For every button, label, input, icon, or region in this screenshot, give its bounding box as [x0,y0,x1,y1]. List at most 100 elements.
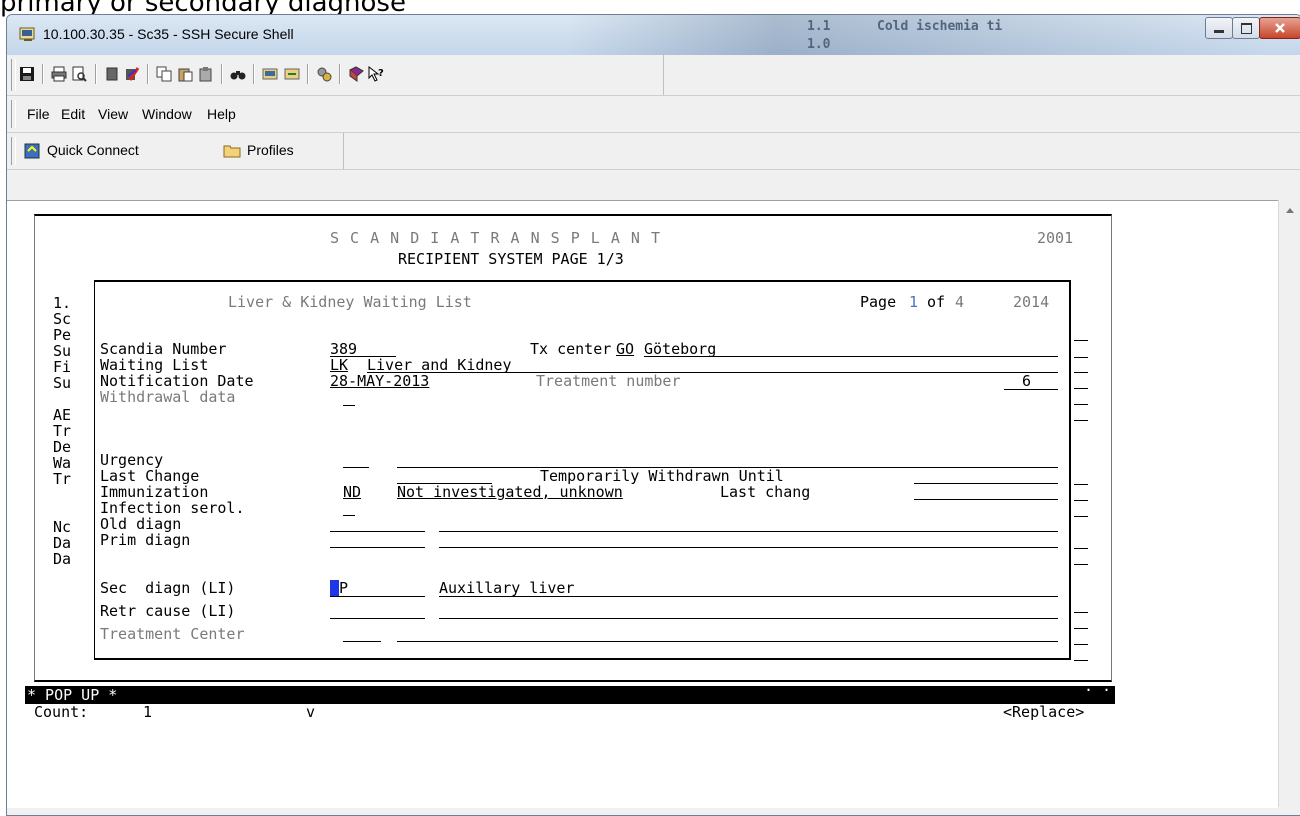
field-underline [439,547,1058,548]
profiles-button[interactable]: Profiles [247,142,294,158]
field-underline [644,356,1058,357]
tx-center-name: Göteborg [644,340,717,358]
vertical-scrollbar[interactable] [1278,200,1300,807]
status-bar [25,686,1115,704]
minimize-button[interactable] [1205,17,1233,39]
menu-bar: File Edit View Window Help [7,96,1300,133]
scroll-up-icon[interactable] [1285,206,1295,214]
toolbar-separator [307,64,309,84]
minimize-icon [1214,30,1224,33]
field-underline [1074,628,1088,629]
popup-year: 2014 [1013,293,1050,311]
save-icon[interactable] [19,66,35,82]
field-underline [367,372,1058,373]
popup-page-number: 1 [909,293,919,311]
popup-page-label: Page [860,293,897,311]
system-header-title: S C A N D I A T R A N S P L A N T [330,229,662,247]
old-diagn-label: Old diagn [100,515,182,533]
field-underline [439,618,1058,619]
sec-diagn-label: Sec diagn (LI) [100,579,236,597]
scandia-number-label: Scandia Number [100,340,227,358]
field-underline [914,483,1058,484]
tx-center-code[interactable]: GO [616,341,634,357]
left-stub: 1. [53,294,72,312]
notification-date-value[interactable]: 28-MAY-2013 [330,373,429,389]
replace-mode-indicator: <Replace> [1003,703,1085,721]
left-stub: Su [53,374,72,392]
treatment-number-label: Treatment number [536,372,681,390]
menu-view[interactable]: View [98,106,128,122]
scandia-number-value[interactable]: 389 [330,341,357,357]
settings-gear-icon[interactable] [316,66,332,82]
field-underline [330,547,425,548]
paste-special-icon[interactable] [198,66,214,82]
toolbar-separator [147,64,149,84]
copy-icon[interactable] [156,66,172,82]
title-bar-glass: 1.1 Cold ischemia ti 1.0 [567,15,1267,55]
urgency-label: Urgency [100,451,164,469]
close-button[interactable] [1259,17,1300,39]
title-bar[interactable]: 1.1 Cold ischemia ti 1.0 10.100.30.35 - … [7,15,1300,55]
field-underline [1074,484,1088,485]
left-stub: Tr [53,470,72,488]
menu-file[interactable]: File [27,106,50,122]
treatment-number-value[interactable]: 6 [1022,373,1031,389]
status-dots: : : [1084,677,1112,695]
print-preview-icon[interactable] [71,66,87,82]
last-change-label: Last Change [100,467,200,485]
new-terminal-icon[interactable] [262,66,278,82]
field-underline [1074,420,1088,421]
field-underline [343,641,381,642]
context-help-icon[interactable]: ? [368,66,384,82]
ssh-app-icon [19,27,35,41]
immunization-label: Immunization [100,483,209,501]
field-underline [330,596,425,597]
new-file-transfer-icon[interactable] [284,66,300,82]
menubar-grip[interactable] [11,100,16,128]
count-value: 1 [143,703,153,721]
ghost-text-3: 1.0 [807,37,831,52]
left-stub: Da [53,534,72,552]
system-header-subtitle: RECIPIENT SYSTEM PAGE 1/3 [398,250,624,268]
menu-window[interactable]: Window [142,106,192,122]
immunization-code[interactable]: ND [343,484,361,500]
menu-help[interactable]: Help [207,106,236,122]
quick-connect-button[interactable]: Quick Connect [47,142,139,158]
field-underline [1074,388,1088,389]
field-underline [1074,404,1088,405]
sec-diagn-text: Auxillary liver [439,579,575,597]
field-underline [1074,548,1088,549]
popup-status-label: * POP UP * [27,686,118,704]
popup-title: Liver & Kidney Waiting List [228,293,472,311]
close-icon [1275,23,1285,33]
settings-edit-icon[interactable] [124,66,140,82]
paste-icon[interactable] [177,66,193,82]
toolbar-separator [42,64,44,84]
field-underline [330,618,425,619]
icon-toolbar: ? [7,55,1300,96]
print-icon[interactable] [51,66,67,82]
left-stub: De [53,438,72,456]
field-underline [1074,500,1088,501]
field-underline [1074,612,1088,613]
count-mark: v [306,703,316,721]
profile-bar: Quick Connect Profiles [7,133,1300,170]
field-underline [1074,564,1088,565]
infection-serol-label: Infection serol. [100,499,245,517]
help-book-icon[interactable] [348,66,364,82]
sec-diagn-code[interactable]: P [339,580,348,596]
menu-edit[interactable]: Edit [61,106,85,122]
disconnect-icon[interactable] [104,66,120,82]
waiting-list-code[interactable]: LK [330,357,348,373]
maximize-button[interactable] [1232,17,1260,39]
find-icon[interactable] [230,66,246,82]
prim-diagn-label: Prim diagn [100,531,191,549]
left-stub: Su [53,342,72,360]
treatment-center-label: Treatment Center [100,625,245,643]
field-underline [1074,644,1088,645]
field-underline [1074,516,1088,517]
waiting-list-name: Liver and Kidney [367,356,512,374]
folder-icon [223,145,241,158]
left-stub: AE [53,406,72,424]
field-underline [439,596,1058,597]
